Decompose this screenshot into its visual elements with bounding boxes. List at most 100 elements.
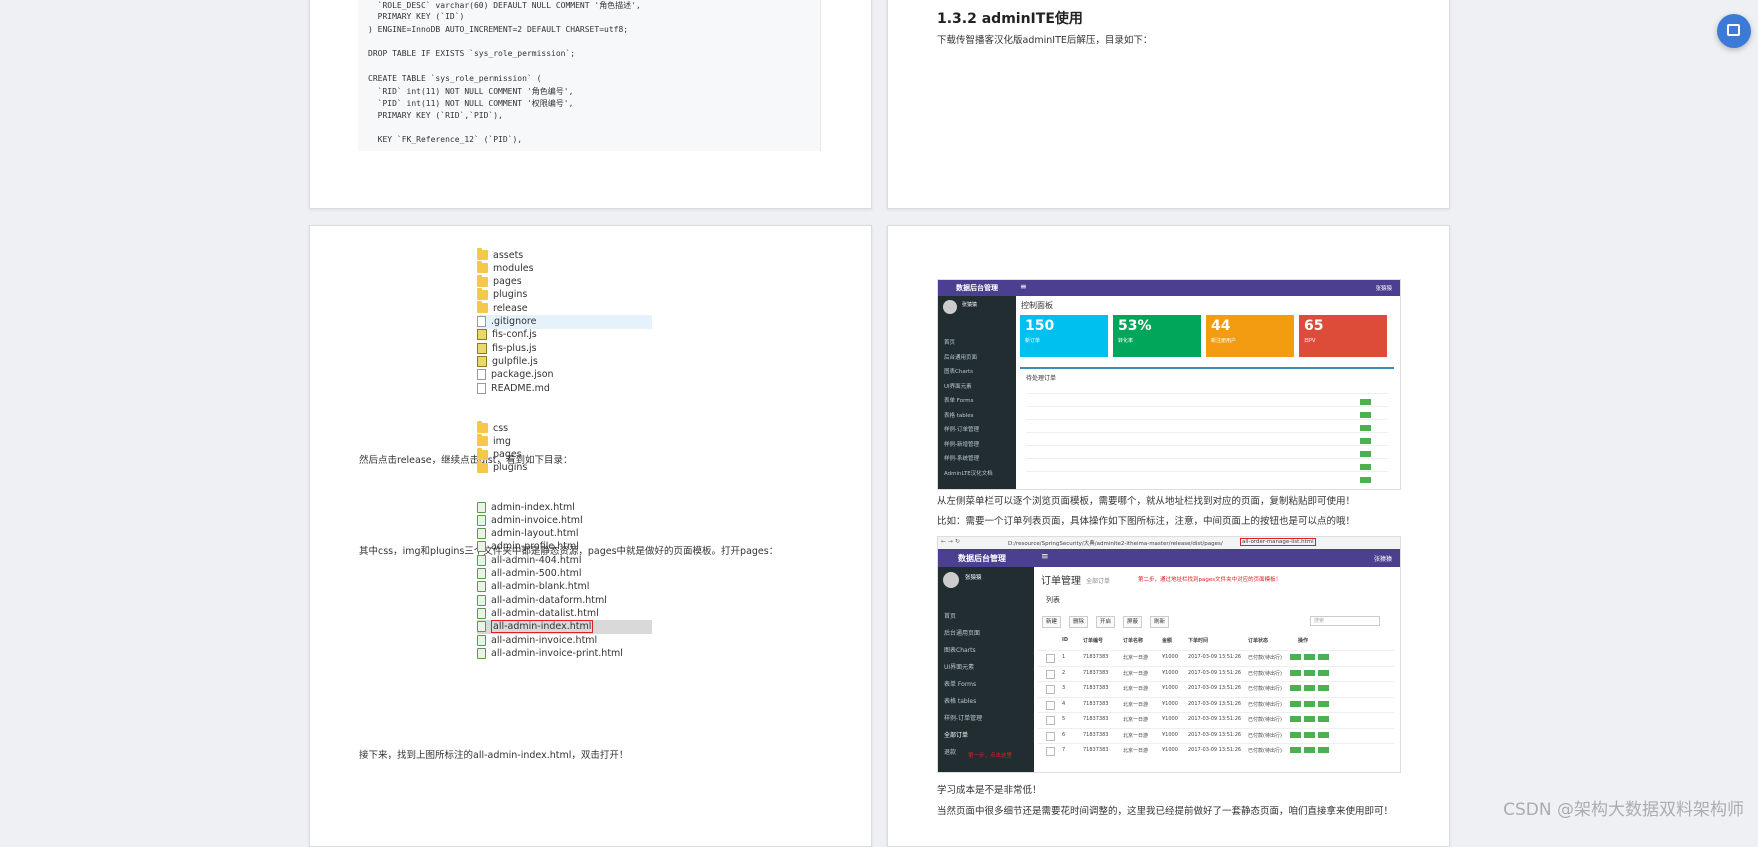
action-button[interactable] bbox=[1304, 747, 1315, 753]
action-button[interactable] bbox=[1318, 654, 1329, 660]
tree-item[interactable]: gulpfile.js bbox=[477, 354, 652, 368]
action-button[interactable] bbox=[1318, 747, 1329, 753]
row-checkbox[interactable] bbox=[1046, 654, 1055, 663]
row-checkbox[interactable] bbox=[1046, 716, 1055, 725]
toolbar-button[interactable]: 新建 bbox=[1042, 616, 1062, 628]
tree-item[interactable]: admin-layout.html bbox=[477, 527, 652, 541]
tree-item[interactable]: admin-invoice.html bbox=[477, 513, 652, 527]
action-button[interactable] bbox=[1290, 700, 1301, 707]
sidebar-item[interactable]: UI界面元素 bbox=[944, 382, 972, 390]
sidebar-item[interactable]: 表格 tables bbox=[944, 411, 974, 419]
action-button[interactable] bbox=[1304, 716, 1315, 722]
tree-item[interactable]: README.md bbox=[477, 381, 652, 395]
edit-button[interactable] bbox=[1360, 438, 1371, 444]
sidebar-item[interactable]: UI界面元素 bbox=[944, 662, 974, 671]
folder-icon bbox=[477, 274, 488, 287]
sidebar-item[interactable]: AdminLTE汉化文档 bbox=[944, 469, 993, 477]
tree-item[interactable]: all-admin-invoice-print.html bbox=[477, 646, 652, 660]
folder-icon bbox=[477, 434, 488, 447]
table-cell: ¥1000 bbox=[1162, 654, 1178, 660]
table-row bbox=[1026, 432, 1388, 433]
action-button[interactable] bbox=[1290, 747, 1301, 753]
tree-item[interactable]: pages bbox=[477, 274, 652, 289]
sidebar-item[interactable]: 样例-订单管理 bbox=[944, 425, 979, 433]
sidebar-item[interactable]: 后台通用页面 bbox=[944, 628, 980, 637]
action-button[interactable] bbox=[1318, 685, 1329, 691]
row-checkbox[interactable] bbox=[1046, 700, 1055, 710]
sidebar-item[interactable]: 表格 tables bbox=[944, 696, 976, 705]
tree-item-label: all-admin-invoice-print.html bbox=[491, 647, 623, 659]
action-button[interactable] bbox=[1304, 654, 1315, 660]
action-button[interactable] bbox=[1304, 685, 1315, 691]
tree-item[interactable]: all-admin-dataform.html bbox=[477, 593, 652, 607]
tree-item[interactable]: release bbox=[477, 301, 652, 315]
sidebar-item[interactable]: 图表Charts bbox=[944, 645, 976, 654]
edit-button[interactable] bbox=[1360, 464, 1371, 470]
tree-item[interactable]: package.json bbox=[477, 368, 652, 382]
tree-item[interactable]: fis-plus.js bbox=[477, 341, 652, 355]
sidebar-item[interactable]: 样例-订单管理 bbox=[944, 713, 982, 722]
action-button[interactable] bbox=[1304, 731, 1315, 738]
sidebar-item[interactable]: 首页 bbox=[944, 611, 956, 620]
row-checkbox[interactable] bbox=[1046, 669, 1055, 679]
action-button[interactable] bbox=[1290, 731, 1301, 738]
tree-item[interactable]: admin-profile.html bbox=[477, 540, 652, 554]
html-file-icon bbox=[477, 647, 486, 659]
action-button[interactable] bbox=[1318, 716, 1329, 722]
sql-code-block: `ROLE_DESC` varchar(60) DEFAULT NULL COM… bbox=[358, 0, 821, 151]
row-checkbox[interactable] bbox=[1046, 747, 1055, 756]
action-button[interactable] bbox=[1290, 685, 1301, 691]
dashboard-screenshot: 数据后台管理 ≡ 张猿猿 张猿猿 首页 后台通用页面 图表Charts UI界面元素表… bbox=[937, 279, 1401, 490]
translate-fab-button[interactable] bbox=[1717, 14, 1751, 48]
tree-item[interactable]: all-admin-404.html bbox=[477, 553, 652, 567]
action-button[interactable] bbox=[1318, 700, 1329, 707]
tree-item-label: img bbox=[493, 435, 511, 447]
action-button[interactable] bbox=[1290, 669, 1301, 676]
table-row bbox=[1026, 419, 1388, 420]
tree-item[interactable]: pages bbox=[477, 447, 652, 462]
tree-item-label: admin-index.html bbox=[491, 501, 575, 513]
sidebar-item[interactable]: 表单 Forms bbox=[944, 679, 976, 688]
tree-item[interactable]: all-admin-datalist.html bbox=[477, 606, 652, 620]
search-input[interactable]: 搜索 bbox=[1310, 616, 1380, 626]
tree-item[interactable]: all-admin-500.html bbox=[477, 567, 652, 581]
edit-button[interactable] bbox=[1360, 477, 1371, 483]
action-button[interactable] bbox=[1318, 669, 1329, 676]
action-button[interactable] bbox=[1304, 669, 1315, 676]
edit-button[interactable] bbox=[1360, 425, 1371, 431]
table-cell: ¥1000 bbox=[1162, 669, 1178, 676]
sidebar-item[interactable]: 退款 bbox=[944, 747, 956, 756]
toolbar-button[interactable]: 屏蔽 bbox=[1123, 616, 1143, 628]
tree-item[interactable]: img bbox=[477, 434, 652, 448]
sidebar-item[interactable]: 样例-系统管理 bbox=[944, 454, 979, 462]
tree-item[interactable]: plugins bbox=[477, 460, 652, 475]
toolbar-button[interactable]: 删除 bbox=[1069, 616, 1089, 628]
action-button[interactable] bbox=[1290, 654, 1301, 660]
action-button[interactable] bbox=[1318, 731, 1329, 738]
sidebar-item[interactable]: 表单 Forms bbox=[944, 396, 973, 404]
edit-button[interactable] bbox=[1360, 451, 1371, 457]
tree-item[interactable]: all-admin-index.html bbox=[477, 619, 652, 634]
tree-item[interactable]: fis-conf.js bbox=[477, 328, 652, 342]
sidebar-item[interactable]: 图表Charts bbox=[944, 367, 973, 375]
sidebar-item[interactable]: 后台通用页面 bbox=[944, 353, 977, 361]
toolbar-button[interactable]: 开启 bbox=[1096, 616, 1116, 628]
sidebar-item[interactable]: 全部订单 bbox=[944, 730, 968, 739]
sidebar-item[interactable]: 样例-新增管理 bbox=[944, 440, 979, 448]
tree-item[interactable]: .gitignore bbox=[477, 314, 652, 329]
tree-item[interactable]: all-admin-invoice.html bbox=[477, 633, 652, 647]
tree-item[interactable]: css bbox=[477, 421, 652, 435]
sidebar-item[interactable]: 首页 bbox=[944, 338, 955, 346]
action-button[interactable] bbox=[1304, 700, 1315, 707]
tree-item[interactable]: plugins bbox=[477, 287, 652, 302]
row-checkbox[interactable] bbox=[1046, 731, 1055, 741]
row-checkbox[interactable] bbox=[1046, 685, 1055, 694]
tree-item[interactable]: modules bbox=[477, 261, 652, 275]
edit-button[interactable] bbox=[1360, 399, 1371, 405]
action-button[interactable] bbox=[1290, 716, 1301, 722]
edit-button[interactable] bbox=[1360, 412, 1371, 418]
tree-item[interactable]: assets bbox=[477, 248, 652, 262]
tree-item[interactable]: admin-index.html bbox=[477, 500, 652, 514]
toolbar-button[interactable]: 刷新 bbox=[1150, 616, 1170, 628]
tree-item[interactable]: all-admin-blank.html bbox=[477, 580, 652, 594]
